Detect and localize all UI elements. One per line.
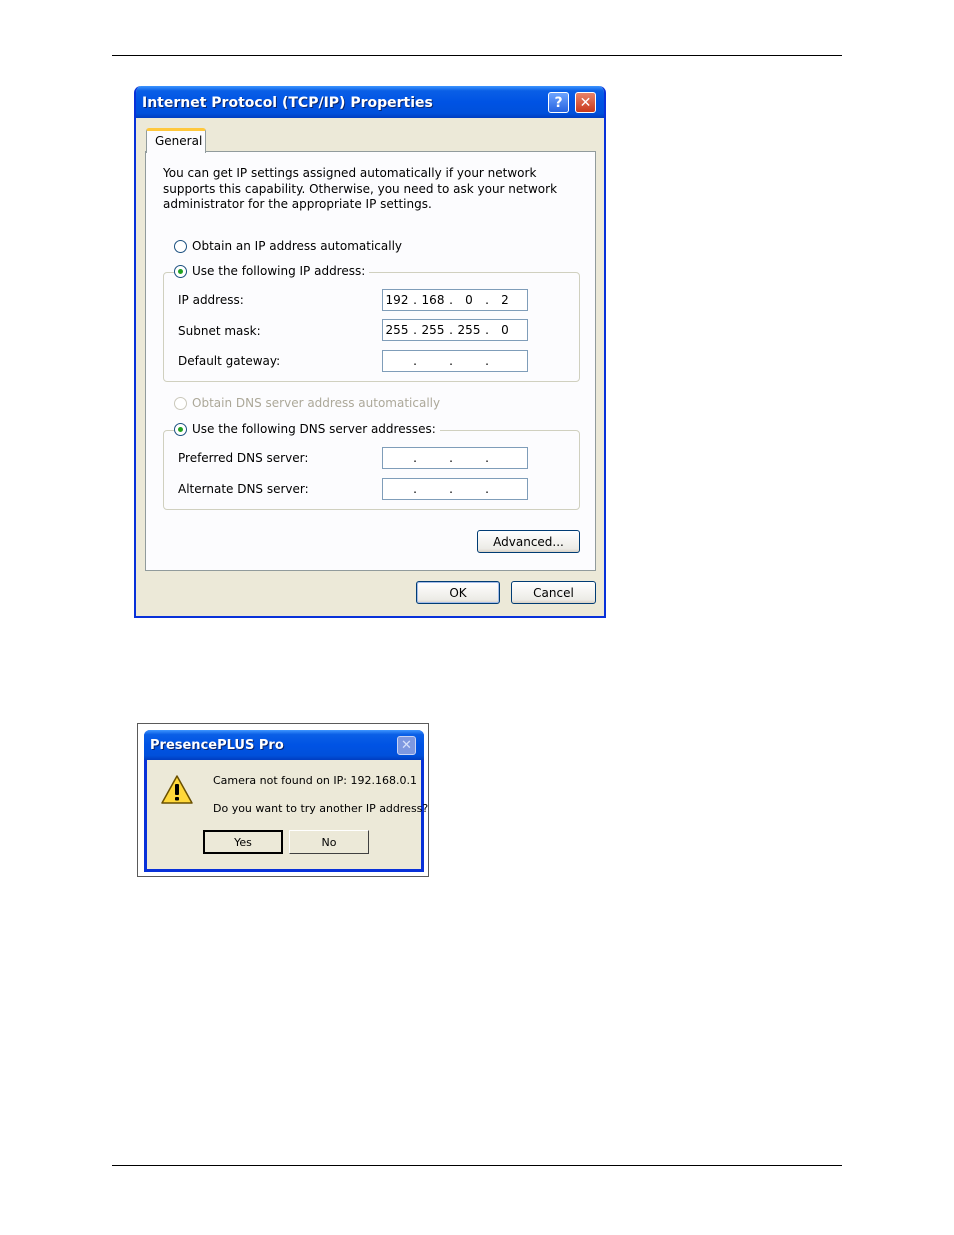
dialog-title: PresencePLUS Pro — [150, 738, 284, 753]
default-gateway-label: Default gateway: — [178, 354, 281, 368]
close-button[interactable]: ✕ — [397, 736, 416, 755]
intro-text: You can get IP settings assigned automat… — [163, 166, 558, 211]
default-gateway-input[interactable]: ... — [382, 350, 528, 372]
close-icon: ✕ — [579, 94, 592, 111]
octet: 0 — [501, 323, 509, 337]
radio-label: Use the following DNS server addresses: — [192, 422, 436, 436]
title-bar[interactable]: Internet Protocol (TCP/IP) Properties ? … — [136, 86, 604, 118]
tab-general[interactable]: General — [146, 128, 206, 153]
alternate-dns-input[interactable]: ... — [382, 478, 528, 500]
header-rule — [112, 55, 842, 56]
cancel-button[interactable]: Cancel — [511, 581, 596, 604]
octet: 0 — [465, 293, 473, 307]
dialog-title: Internet Protocol (TCP/IP) Properties — [142, 95, 433, 111]
close-button[interactable]: ✕ — [575, 92, 596, 113]
radio-button — [174, 396, 187, 410]
radio-label: Obtain an IP address automatically — [192, 239, 403, 253]
alternate-dns-label: Alternate DNS server: — [178, 482, 309, 496]
ip-address-group: Use the following IP address: IP address… — [163, 264, 580, 382]
help-icon: ? — [554, 94, 563, 111]
tcpip-properties-dialog: Internet Protocol (TCP/IP) Properties ? … — [134, 86, 606, 618]
ip-address-input[interactable]: 192. 168. 0. 2 — [382, 289, 528, 311]
subnet-mask-label: Subnet mask: — [178, 324, 261, 338]
radio-button[interactable] — [174, 264, 187, 278]
ip-address-label: IP address: — [178, 293, 244, 307]
general-panel: You can get IP settings assigned automat… — [145, 151, 596, 571]
octet: 255 — [457, 323, 481, 337]
footer-rule — [112, 1165, 842, 1166]
radio-obtain-ip[interactable]: Obtain an IP address automatically — [174, 239, 402, 253]
title-bar[interactable]: PresencePLUS Pro ✕ — [144, 730, 424, 760]
presence-dialog-frame: PresencePLUS Pro ✕ Camera not found on I… — [137, 723, 429, 877]
radio-use-dns[interactable]: Use the following DNS server addresses: — [174, 422, 440, 436]
no-button[interactable]: No — [289, 830, 369, 854]
radio-obtain-dns: Obtain DNS server address automatically — [174, 396, 440, 410]
message-line-1: Camera not found on IP: 192.168.0.1 — [213, 774, 417, 787]
yes-button[interactable]: Yes — [203, 830, 283, 854]
ok-button[interactable]: OK — [416, 581, 500, 604]
close-icon: ✕ — [401, 738, 412, 753]
octet: 255 — [421, 323, 445, 337]
radio-label: Use the following IP address: — [192, 264, 366, 278]
subnet-mask-input[interactable]: 255. 255. 255. 0 — [382, 319, 528, 341]
radio-label: Obtain DNS server address automatically — [192, 396, 441, 410]
octet: 192 — [385, 293, 409, 307]
help-button[interactable]: ? — [548, 92, 569, 113]
preferred-dns-label: Preferred DNS server: — [178, 451, 309, 465]
radio-button[interactable] — [174, 422, 187, 436]
advanced-button[interactable]: Advanced... — [477, 530, 580, 553]
octet: 168 — [421, 293, 445, 307]
radio-use-ip[interactable]: Use the following IP address: — [174, 264, 370, 278]
presence-dialog: PresencePLUS Pro ✕ Camera not found on I… — [144, 730, 428, 872]
radio-button[interactable] — [174, 239, 187, 253]
octet: 255 — [385, 323, 409, 337]
dns-server-group: Use the following DNS server addresses: … — [163, 422, 580, 510]
octet: 2 — [501, 293, 509, 307]
warning-icon — [161, 775, 193, 804]
message-line-2: Do you want to try another IP address? — [213, 802, 429, 815]
preferred-dns-input[interactable]: ... — [382, 447, 528, 469]
